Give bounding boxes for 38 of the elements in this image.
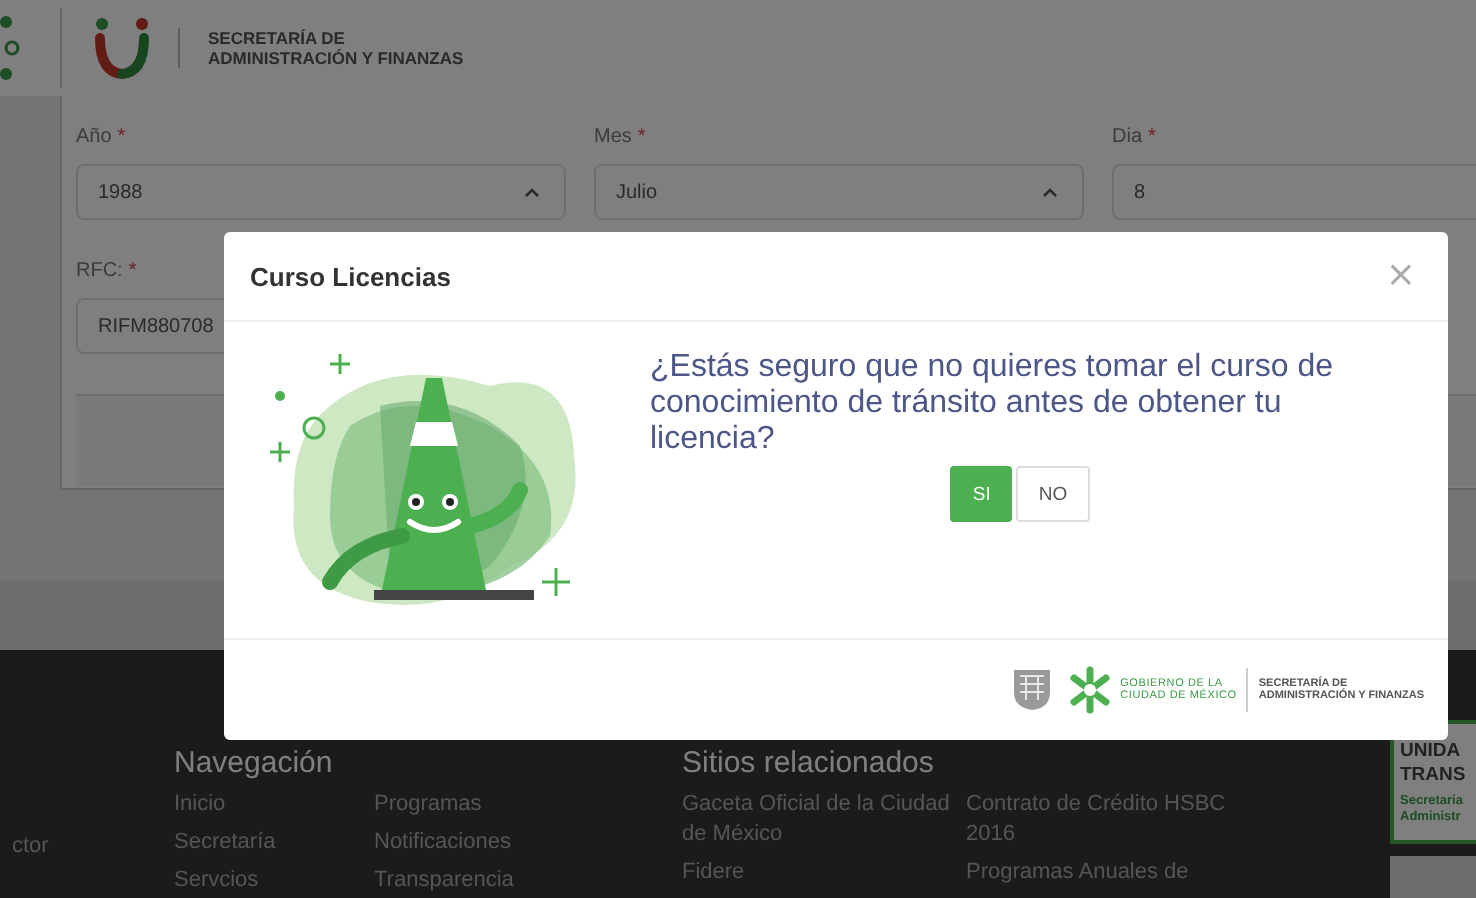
logo-dots-icon bbox=[0, 14, 20, 82]
field-label: Mes bbox=[594, 126, 632, 148]
footer-link[interactable]: Transparencia bbox=[374, 866, 574, 896]
required-mark: * bbox=[128, 260, 137, 282]
footer-heading: Navegación bbox=[174, 746, 335, 780]
footer-link[interactable]: Contrato de Crédito HSBC 2016 bbox=[966, 790, 1250, 850]
department-title: SECRETARÍA DE ADMINISTRACIÓN Y FINANZAS bbox=[208, 28, 464, 68]
side-card-title: UNIDA TRANS bbox=[1400, 740, 1468, 788]
field-label: RFC: bbox=[76, 260, 123, 282]
required-mark: * bbox=[1148, 126, 1156, 148]
confirmation-question: ¿Estás seguro que no quieres tomar el curso de conocimiento de tránsito antes de obtener tu licencia? bbox=[650, 350, 1336, 458]
footer-link[interactable]: Servcios bbox=[174, 866, 374, 896]
select-field[interactable]: Julio bbox=[594, 164, 1084, 220]
footer-link[interactable]: Programas Anuales de bbox=[966, 858, 1250, 888]
required-mark: * bbox=[117, 126, 126, 148]
footer-heading: Sitios relacionados bbox=[682, 746, 936, 780]
footer-link[interactable]: Inicio bbox=[174, 790, 374, 820]
footer-link[interactable]: Secretaría bbox=[174, 828, 374, 858]
modal-title: Curso Licencias bbox=[250, 261, 451, 291]
caret-icon bbox=[524, 187, 540, 197]
caret-icon bbox=[1042, 187, 1058, 197]
required-mark: * bbox=[637, 126, 646, 148]
no-button[interactable]: NO bbox=[1016, 466, 1090, 522]
logo-icon bbox=[90, 16, 154, 80]
field-label: Dia bbox=[1112, 126, 1143, 148]
footer-link[interactable]: Gaceta Oficial de la Ciudad de México bbox=[682, 790, 966, 850]
select-field[interactable]: 1988 bbox=[76, 164, 566, 220]
coat-of-arms-icon bbox=[1012, 668, 1053, 712]
footer-link-fragment: ctor bbox=[12, 834, 49, 858]
knot-logo-icon bbox=[1068, 666, 1113, 714]
close-button[interactable]: × bbox=[1377, 256, 1424, 296]
input-field[interactable]: 8 bbox=[1112, 164, 1476, 220]
footer-link[interactable]: Fidere bbox=[682, 858, 966, 888]
yes-button[interactable]: SI bbox=[950, 466, 1013, 522]
footer-link[interactable]: Programas bbox=[374, 790, 574, 820]
footer-link[interactable]: Notificaciones bbox=[374, 828, 574, 858]
field-label: Año bbox=[76, 126, 112, 148]
side-card-lower bbox=[1390, 856, 1476, 898]
